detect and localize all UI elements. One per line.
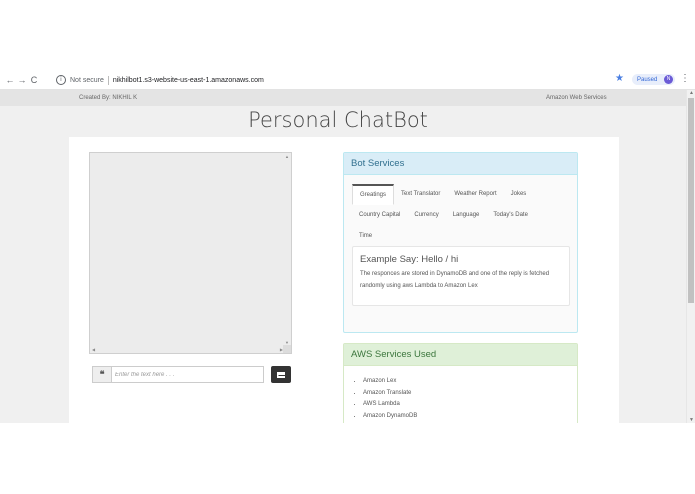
tab-weather-report[interactable]: Weather Report [447, 184, 503, 205]
tab-text-translator[interactable]: Text Translator [394, 184, 447, 205]
back-icon[interactable]: ← [4, 71, 16, 89]
aws-services-list: Amazon Lex Amazon Translate AWS Lambda A… [363, 376, 577, 422]
creator-credit: Created By: NIKHIL K [79, 95, 138, 101]
list-item: Amazon DynamoDB [363, 411, 577, 423]
tab-todays-date[interactable]: Today's Date [486, 205, 535, 226]
tab-jokes[interactable]: Jokes [504, 184, 534, 205]
chat-text-input[interactable] [112, 367, 263, 382]
profile-status: Paused [637, 76, 658, 83]
list-item: Amazon Translate [363, 388, 577, 400]
profile-button[interactable]: Paused N [632, 74, 675, 85]
security-label: Not secure [70, 76, 104, 84]
chat-horizontal-scrollbar[interactable]: ◀ ▶ [90, 346, 285, 353]
chat-conversation-area[interactable]: ▲ ▼ ◀ ▶ [89, 152, 292, 354]
list-item: AWS Lambda [363, 399, 577, 411]
tab-time[interactable]: Time [352, 226, 379, 247]
page-title: Personal ChatBot [248, 108, 428, 132]
avatar: N [664, 75, 673, 84]
info-icon[interactable]: i [56, 75, 66, 85]
scroll-down-arrow-icon[interactable]: ▼ [688, 417, 695, 423]
scroll-up-arrow-icon[interactable]: ▲ [285, 154, 289, 159]
page-viewport: Created By: NIKHIL K Amazon Web Services… [0, 90, 686, 423]
browser-menu-icon[interactable]: ⋮ [680, 73, 690, 84]
forward-icon[interactable]: → [16, 71, 28, 89]
tab-language[interactable]: Language [446, 205, 487, 226]
tab-country-capital[interactable]: Country Capital [352, 205, 407, 226]
chat-input-group: ❝ [92, 366, 264, 383]
address-separator [107, 75, 109, 85]
aws-link[interactable]: Amazon Web Services [546, 95, 607, 101]
aws-services-panel: AWS Services Used Amazon Lex Amazon Tran… [343, 343, 578, 423]
chat-vertical-scrollbar[interactable]: ▲ ▼ [284, 153, 291, 346]
service-tabs: Greatings Text Translator Weather Report… [352, 184, 570, 247]
address-bar[interactable]: i Not secure nikhilbot1.s3-website-us-ea… [56, 74, 608, 86]
send-button[interactable] [271, 366, 291, 383]
aws-services-heading: AWS Services Used [344, 344, 577, 366]
tab-currency[interactable]: Currency [407, 205, 445, 226]
bot-services-heading: Bot Services [344, 153, 577, 175]
scroll-left-arrow-icon[interactable]: ◀ [92, 347, 95, 352]
top-navbar: Created By: NIKHIL K Amazon Web Services [0, 90, 686, 106]
bookmark-star-icon[interactable]: ★ [615, 73, 624, 84]
resize-handle[interactable] [283, 345, 291, 353]
list-item: Amazon Lex [363, 376, 577, 388]
quote-icon: ❝ [93, 367, 112, 382]
page-scrollbar[interactable]: ▲ ▼ [686, 90, 695, 423]
tab-greetings[interactable]: Greatings [352, 184, 395, 205]
example-description: The responces are stored in DynamoDB and… [360, 271, 550, 289]
tab-row: Country Capital Currency Language Today'… [352, 205, 570, 226]
scroll-up-arrow-icon[interactable]: ▲ [688, 90, 695, 96]
envelope-icon [277, 371, 285, 378]
tab-row: Greatings Text Translator Weather Report… [352, 184, 570, 205]
example-title: Example Say: Hello / hi [360, 254, 459, 265]
tab-content: Example Say: Hello / hi The responces ar… [352, 246, 570, 306]
reload-icon[interactable]: C [28, 71, 40, 89]
scrollbar-thumb[interactable] [688, 98, 694, 303]
browser-toolbar: ← → C i Not secure nikhilbot1.s3-website… [0, 71, 695, 90]
tab-row: Time [352, 226, 570, 247]
url-text[interactable]: nikhilbot1.s3-website-us-east-1.amazonaw… [113, 77, 264, 84]
